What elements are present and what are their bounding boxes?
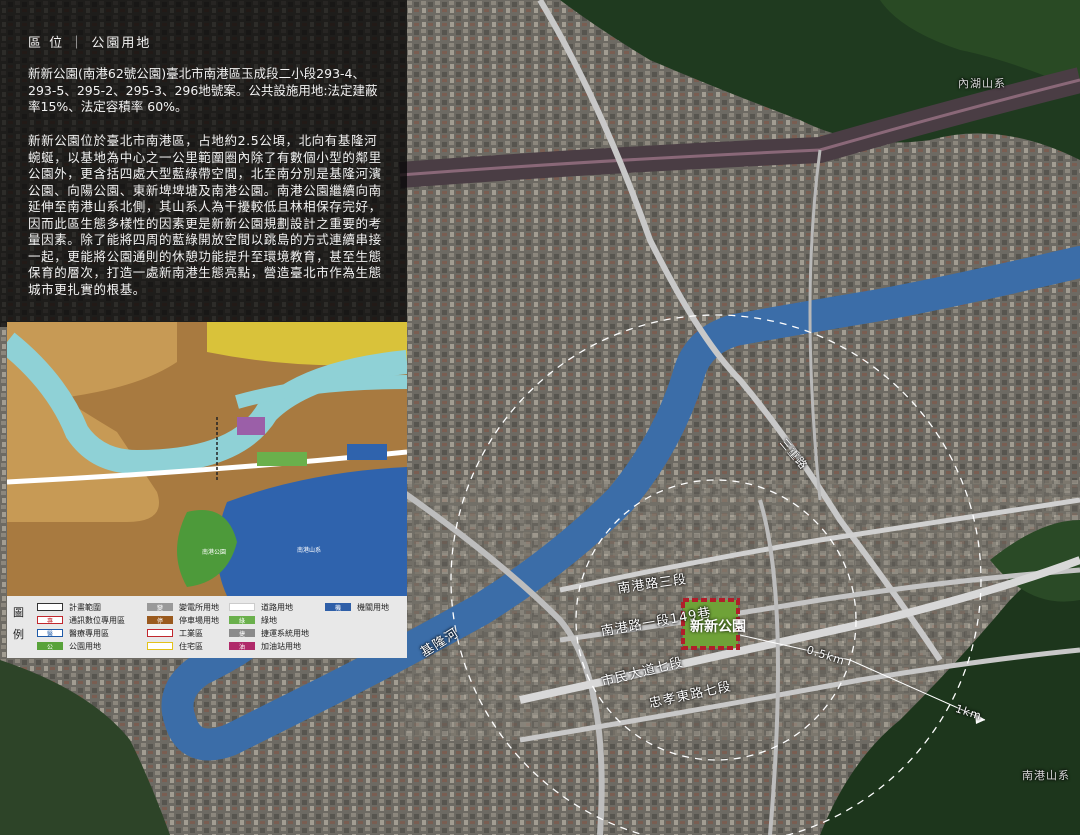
legend-label: 變電所用地 [179, 602, 219, 612]
section-title: 區 位 ｜ 公園用地 [28, 36, 152, 51]
legend-item: 停停車場用地 [147, 614, 219, 626]
legend-item: 公公園用地 [37, 640, 101, 652]
label-park: 新新公園 [690, 619, 746, 635]
legend-swatch [147, 629, 173, 637]
legend-label: 工業區 [179, 628, 203, 638]
legend-label: 通訊數位專用區 [69, 615, 125, 625]
legend-swatch [229, 603, 255, 611]
context-paragraph: 新新公園位於臺北市南港區，占地約2.5公頃，北向有基隆河蜿蜒，以基地為中心之一公… [28, 133, 382, 297]
legend-label: 道路用地 [261, 602, 293, 612]
zoning-map: 南港公園 南港山系 [7, 322, 407, 596]
legend-swatch: 停 [147, 616, 173, 625]
legend-label: 醫療專用區 [69, 628, 109, 638]
legend-label: 捷運系統用地 [261, 628, 309, 638]
legend-item: 機機關用地 [325, 601, 389, 613]
legend-swatch: 醫 [37, 629, 63, 638]
zone-block-2 [347, 444, 387, 460]
legend-swatch: 綠 [229, 616, 255, 625]
legend-label: 停車場用地 [179, 615, 219, 625]
legend-item: 工業區 [147, 627, 203, 639]
legend-label: 住宅區 [179, 641, 203, 651]
legend: 圖 例 計畫範圍專通訊數位專用區醫醫療專用區公公園用地變變電所用地停停車場用地工… [7, 596, 407, 658]
zoning-label-mountain: 南港山系 [297, 546, 321, 554]
legend-swatch: 專 [37, 616, 63, 625]
legend-label: 公園用地 [69, 641, 101, 651]
label-nangang-mountains: 南港山系 [1022, 769, 1070, 782]
legend-label: 機關用地 [357, 602, 389, 612]
legend-title-2: 例 [13, 628, 24, 641]
legend-item: 醫醫療專用區 [37, 627, 109, 639]
legend-swatch: 公 [37, 642, 63, 651]
legend-label: 綠地 [261, 615, 277, 625]
legend-item: 住宅區 [147, 640, 203, 652]
legend-swatch: 變 [147, 603, 173, 612]
legend-label: 計畫範圍 [69, 602, 101, 612]
zone-green-1 [257, 452, 307, 466]
legend-swatch: 捷 [229, 629, 255, 638]
legend-item: 計畫範圍 [37, 601, 101, 613]
map-figure: 內湖山系 南港山系 基隆河 三重路 南港路三段 南港路一段149巷 市民大道七段… [0, 0, 1080, 835]
legend-item: 道路用地 [229, 601, 293, 613]
site-info-paragraph: 新新公園(南港62號公園)臺北市南港區玉成段二小段293-4、293-5、295… [28, 66, 378, 114]
legend-title-1: 圖 [13, 606, 24, 619]
zoning-label-park: 南港公園 [202, 548, 226, 556]
legend-swatch: 油 [229, 642, 255, 651]
legend-item: 變變電所用地 [147, 601, 219, 613]
legend-swatch [37, 603, 63, 611]
legend-swatch [147, 642, 173, 650]
legend-item: 綠綠地 [229, 614, 277, 626]
label-neihu-mountains: 內湖山系 [958, 77, 1006, 90]
legend-label: 加油站用地 [261, 641, 301, 651]
legend-item: 專通訊數位專用區 [37, 614, 125, 626]
zone-block-1 [237, 417, 265, 435]
legend-swatch: 機 [325, 603, 351, 612]
legend-item: 捷捷運系統用地 [229, 627, 309, 639]
legend-item: 油加油站用地 [229, 640, 301, 652]
description-panel: 區 位 ｜ 公園用地 新新公園(南港62號公園)臺北市南港區玉成段二小段293-… [0, 0, 407, 327]
